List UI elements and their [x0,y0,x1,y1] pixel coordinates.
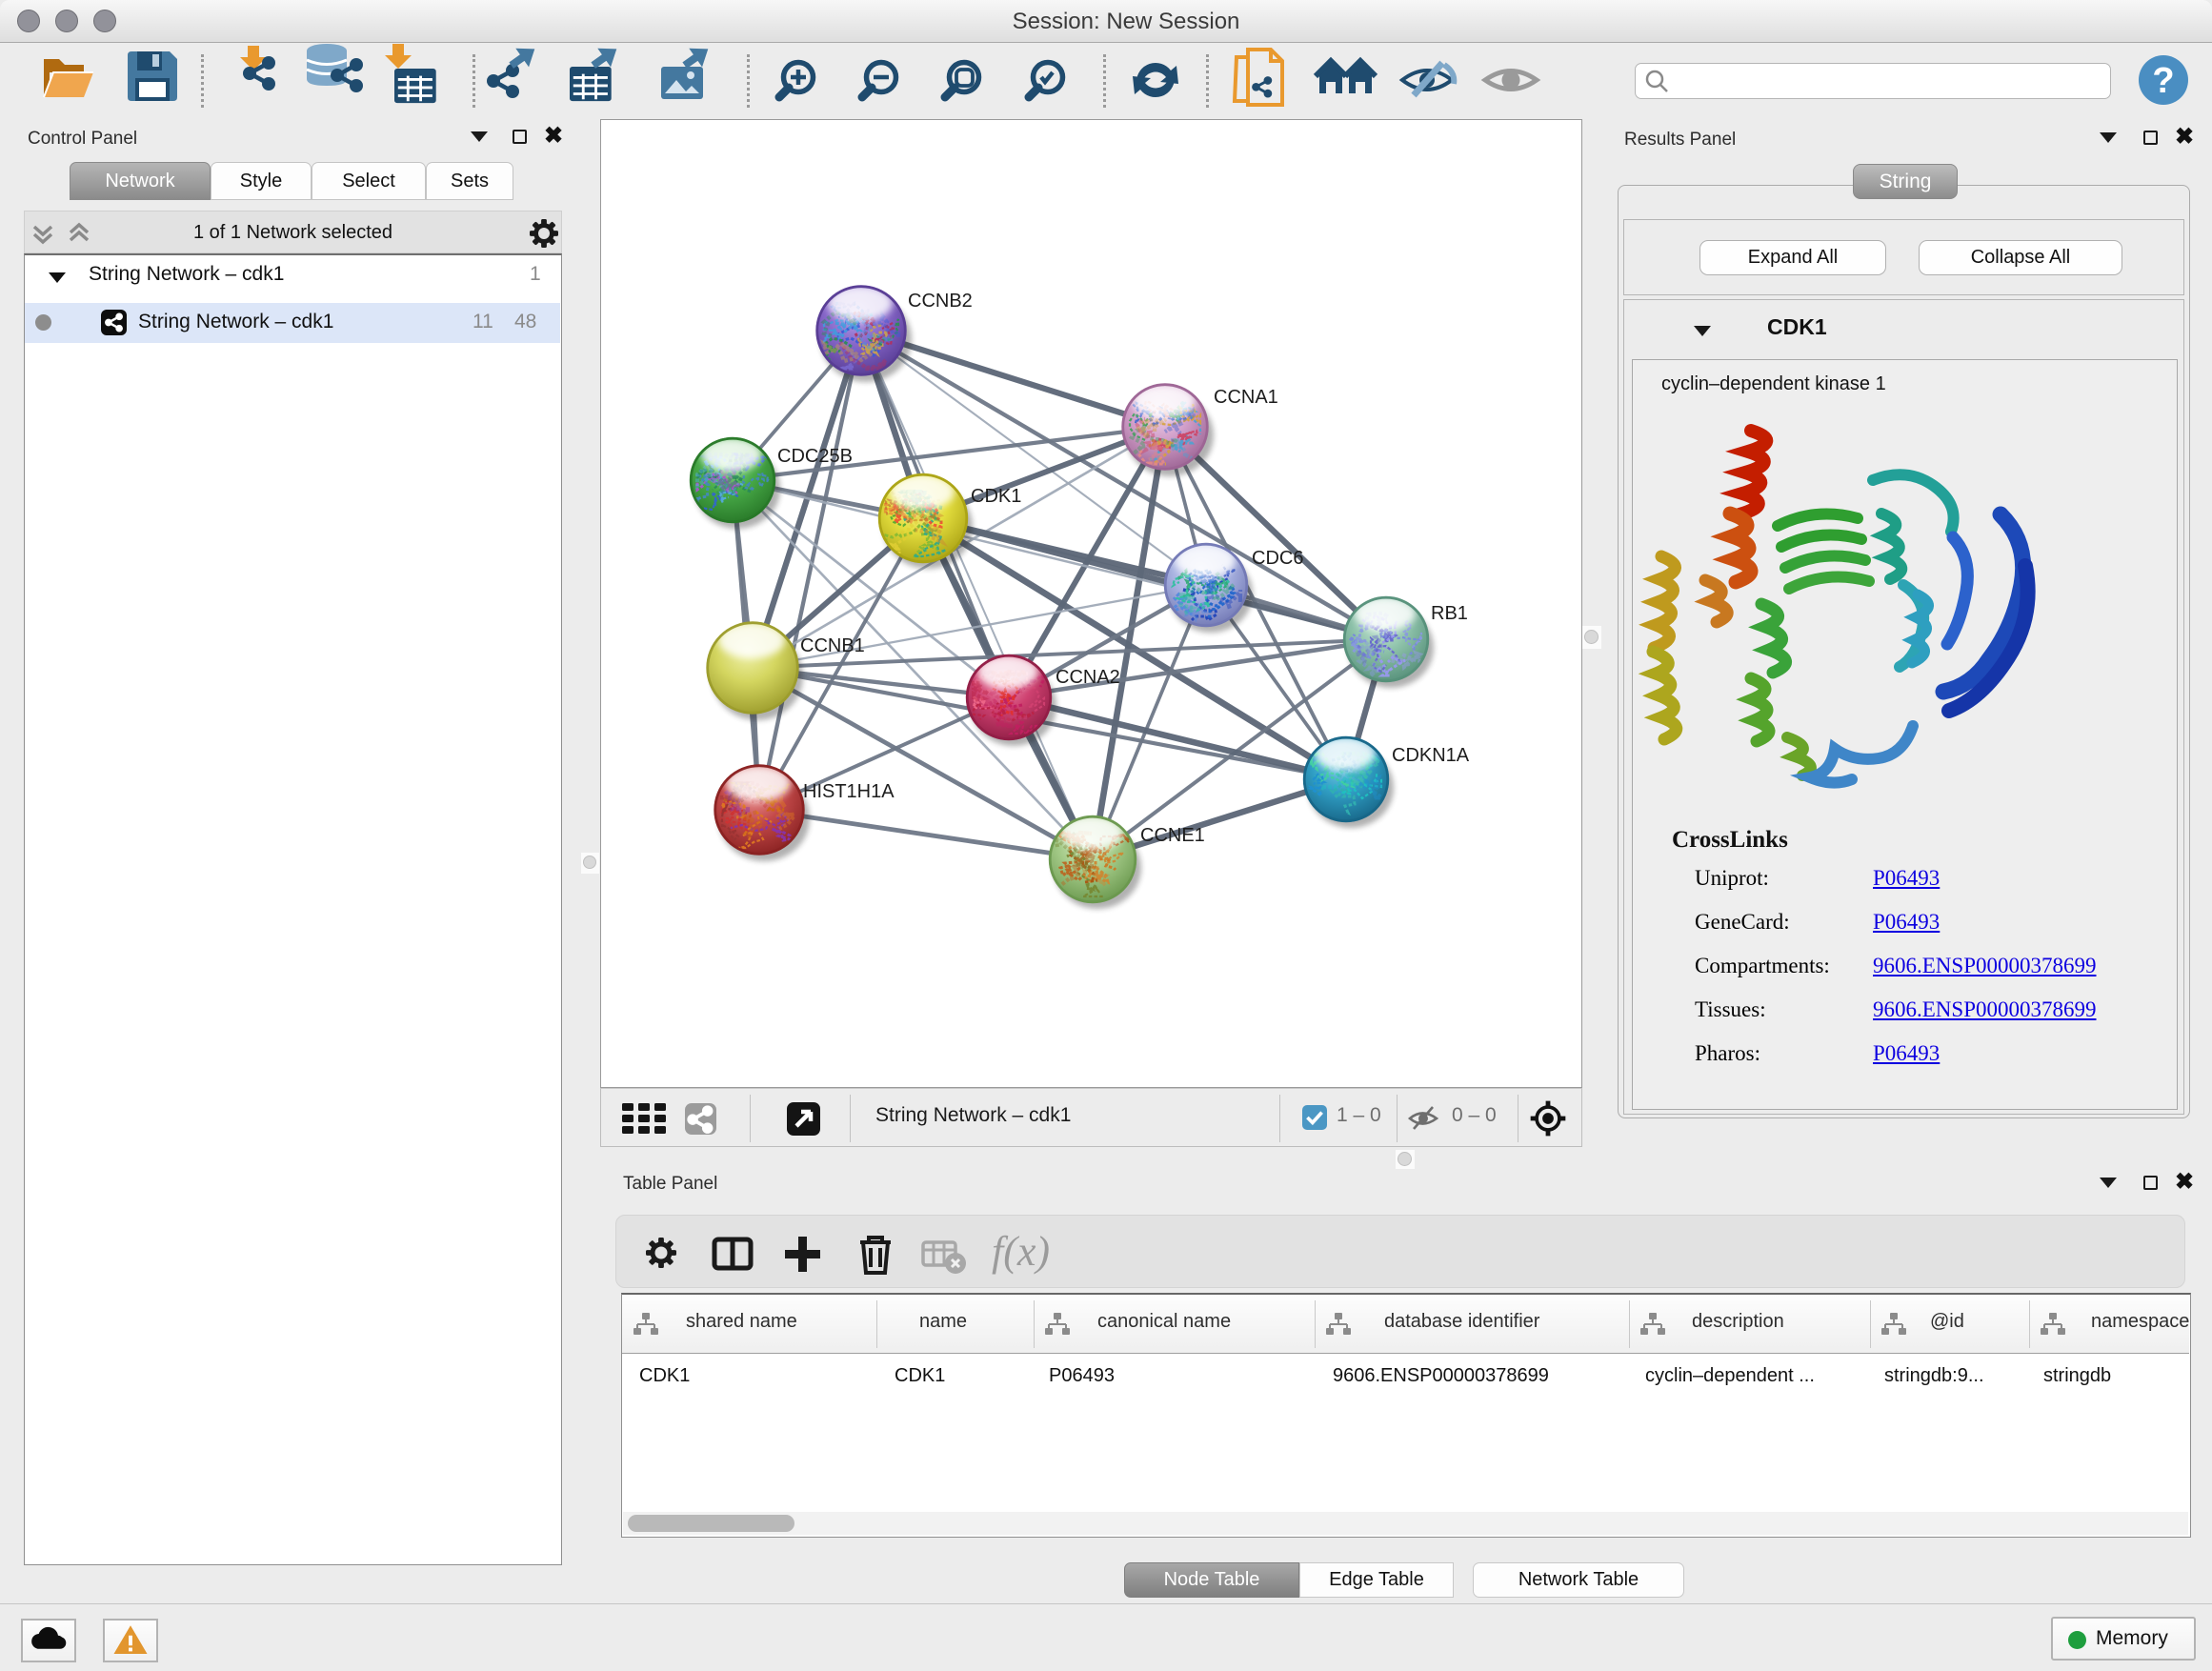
svg-text:RB1: RB1 [1431,603,1468,624]
svg-text:f(x): f(x) [992,1228,1050,1275]
svg-text:CDK1: CDK1 [971,486,1021,507]
svg-text:CDC6: CDC6 [1252,548,1303,569]
svg-text:CDC25B: CDC25B [777,446,853,467]
svg-text:?: ? [2152,61,2174,101]
svg-text:CCNB2: CCNB2 [908,291,973,312]
svg-text:CCNA2: CCNA2 [1056,667,1120,688]
svg-text:CDKN1A: CDKN1A [1392,745,1470,766]
svg-text:CCNA1: CCNA1 [1214,387,1278,408]
svg-text:HIST1H1A: HIST1H1A [803,781,895,802]
svg-text:CCNB1: CCNB1 [800,635,865,656]
svg-text:CCNE1: CCNE1 [1140,825,1205,846]
